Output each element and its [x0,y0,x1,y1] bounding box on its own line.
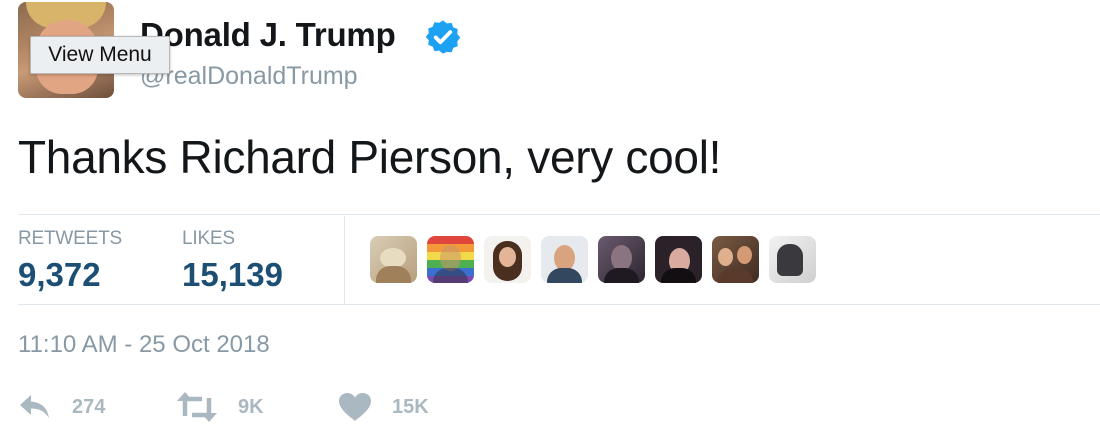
liker-avatar-rainbow[interactable] [427,236,474,283]
dark-body [604,268,639,283]
author-name[interactable]: Donald J. Trump [140,16,396,54]
rainbow-shoulders [433,268,468,283]
man-suit [547,268,582,283]
liker-avatar-bird[interactable] [370,236,417,283]
group-face-2 [737,246,752,264]
stats-divider-top [18,214,1100,215]
likes-label: LIKES [182,228,235,249]
tweet-timestamp[interactable]: 11:10 AM - 25 Oct 2018 [18,331,270,359]
reply-count: 274 [72,395,106,418]
liker-avatar-horse[interactable] [769,236,816,283]
retweet-button[interactable]: 9K [176,390,264,424]
woman-face [499,247,516,267]
liker-avatar-girl[interactable] [655,236,702,283]
stats-divider-bottom [18,304,1100,305]
liker-avatar-man[interactable] [541,236,588,283]
girl-hair [661,268,696,283]
retweets-count: 9,372 [18,256,101,293]
group-bodies [718,268,753,283]
liker-avatar-woman[interactable] [484,236,531,283]
reply-button[interactable]: 274 [18,390,105,424]
group-face-1 [718,248,733,266]
retweet-icon [177,392,217,422]
heart-icon [339,393,371,421]
reply-icon [20,395,49,418]
liker-avatars [370,236,816,283]
retweets-stat[interactable]: RETWEETS 9,372 [18,228,122,294]
verified-badge-icon [425,20,461,54]
like-count: 15K [392,395,429,418]
likes-count: 15,139 [182,256,283,293]
likes-stat[interactable]: LIKES 15,139 [182,228,283,294]
like-button[interactable]: 15K [338,390,429,424]
horse-head [777,244,803,276]
liker-avatar-group[interactable] [712,236,759,283]
retweets-label: RETWEETS [18,228,122,249]
liker-avatar-dark[interactable] [598,236,645,283]
author-handle[interactable]: @realDonaldTrump [140,62,358,91]
bird-shape [380,248,406,268]
retweet-count: 9K [238,395,264,418]
tweet-text: Thanks Richard Pierson, very cool! [18,131,722,183]
view-menu-tooltip[interactable]: View Menu [30,36,170,74]
bird-base [376,266,411,283]
stats-separator [344,216,345,304]
